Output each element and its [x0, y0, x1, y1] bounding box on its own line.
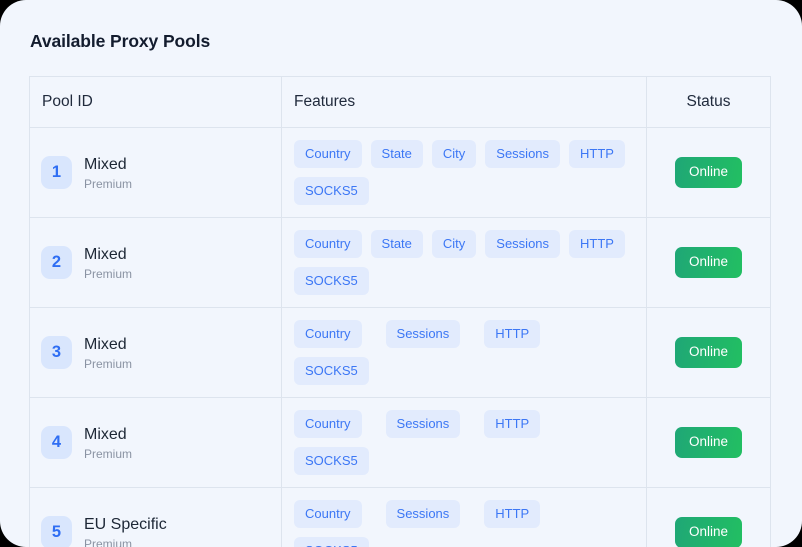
pool-tier: Premium — [84, 536, 133, 547]
pool-id-badge: 4 — [41, 426, 72, 459]
feature-tag[interactable]: Sessions — [485, 140, 561, 168]
feature-tag[interactable]: HTTP — [569, 230, 625, 258]
status-cell: Online — [646, 307, 771, 398]
feature-tag[interactable]: Sessions — [485, 230, 561, 258]
status-badge: Online — [674, 337, 743, 368]
pool-id-cell: 3 Mixed Premium — [29, 307, 282, 398]
feature-tag[interactable]: Sessions — [385, 320, 461, 348]
feature-tag[interactable]: HTTP — [484, 410, 541, 438]
proxy-pools-card: Available Proxy Pools Pool ID Features S… — [0, 0, 802, 547]
feature-tag[interactable]: Country — [294, 500, 362, 528]
feature-tag-list: Country Sessions HTTP SOCKS5 — [294, 320, 636, 385]
feature-tag[interactable]: HTTP — [484, 500, 541, 528]
pool-identity: 5 EU Specific Premium — [41, 515, 269, 547]
table-row[interactable]: 3 Mixed Premium Country Sessions HTTP SOCKS5 On… — [29, 307, 771, 398]
column-header-features[interactable]: Features — [281, 76, 647, 128]
status-badge: Online — [674, 247, 743, 278]
pool-text-group: Mixed Premium — [84, 335, 132, 371]
features-cell: Country Sessions HTTP SOCKS5 — [281, 397, 647, 488]
features-cell: Country State City Sessions HTTP SOCKS5 — [281, 217, 647, 308]
feature-tag[interactable]: SOCKS5 — [294, 447, 369, 475]
feature-tag[interactable]: HTTP — [569, 140, 625, 168]
table-body: 1 Mixed Premium Country State City Sessions HTT… — [29, 127, 771, 547]
feature-tag[interactable]: SOCKS5 — [294, 267, 369, 295]
pool-id-badge: 5 — [41, 516, 72, 547]
features-cell: Country Sessions HTTP SOCKS5 — [281, 307, 647, 398]
feature-tag[interactable]: Sessions — [385, 410, 461, 438]
pool-tier: Premium — [84, 266, 133, 281]
status-cell: Online — [646, 127, 771, 218]
pool-identity: 4 Mixed Premium — [41, 425, 269, 461]
feature-tag-list: Country State City Sessions HTTP SOCKS5 — [294, 230, 636, 295]
pool-text-group: Mixed Premium — [84, 155, 132, 191]
feature-tag[interactable]: Country — [294, 140, 362, 168]
pool-id-cell: 1 Mixed Premium — [29, 127, 282, 218]
feature-tag[interactable]: Country — [294, 410, 362, 438]
status-badge: Online — [674, 427, 743, 458]
status-badge: Online — [674, 517, 743, 547]
table-row[interactable]: 4 Mixed Premium Country Sessions HTTP SOCKS5 On… — [29, 397, 771, 488]
pool-name: Mixed — [84, 425, 127, 443]
feature-tag-list: Country State City Sessions HTTP SOCKS5 — [294, 140, 636, 205]
feature-tag[interactable]: SOCKS5 — [294, 357, 369, 385]
pool-text-group: EU Specific Premium — [84, 515, 167, 547]
feature-tag-list: Country Sessions HTTP SOCKS5 — [294, 410, 636, 475]
pool-name: EU Specific — [84, 515, 167, 533]
pool-id-cell: 5 EU Specific Premium — [29, 487, 282, 547]
pool-text-group: Mixed Premium — [84, 425, 132, 461]
pool-tier: Premium — [84, 176, 133, 191]
pool-text-group: Mixed Premium — [84, 245, 132, 281]
proxy-pools-table: Pool ID Features Status 1 Mixed Premium Cou… — [29, 76, 771, 547]
features-cell: Country State City Sessions HTTP SOCKS5 — [281, 127, 647, 218]
pool-identity: 1 Mixed Premium — [41, 155, 269, 191]
pool-id-badge: 3 — [41, 336, 72, 369]
pool-tier: Premium — [84, 356, 133, 371]
table-row[interactable]: 2 Mixed Premium Country State City Sessions HTT… — [29, 217, 771, 308]
pool-id-cell: 4 Mixed Premium — [29, 397, 282, 488]
pool-name: Mixed — [84, 155, 127, 173]
feature-tag[interactable]: SOCKS5 — [294, 537, 369, 547]
table-row[interactable]: 5 EU Specific Premium Country Sessions HTTP SO… — [29, 487, 771, 547]
pool-id-cell: 2 Mixed Premium — [29, 217, 282, 308]
column-header-status[interactable]: Status — [646, 76, 771, 128]
column-header-pool-id[interactable]: Pool ID — [29, 76, 282, 128]
status-cell: Online — [646, 217, 771, 308]
status-badge: Online — [674, 157, 743, 188]
pool-id-badge: 2 — [41, 246, 72, 279]
table-header: Pool ID Features Status — [29, 76, 771, 128]
pool-identity: 2 Mixed Premium — [41, 245, 269, 281]
feature-tag[interactable]: State — [370, 230, 423, 258]
feature-tag-list: Country Sessions HTTP SOCKS5 — [294, 500, 636, 547]
feature-tag[interactable]: State — [370, 140, 423, 168]
status-cell: Online — [646, 487, 771, 547]
pool-id-badge: 1 — [41, 156, 72, 189]
feature-tag[interactable]: SOCKS5 — [294, 177, 369, 205]
pool-identity: 3 Mixed Premium — [41, 335, 269, 371]
pool-name: Mixed — [84, 245, 127, 263]
feature-tag[interactable]: Country — [294, 230, 362, 258]
feature-tag[interactable]: Sessions — [385, 500, 461, 528]
pool-tier: Premium — [84, 446, 133, 461]
page-title: Available Proxy Pools — [30, 31, 211, 51]
features-cell: Country Sessions HTTP SOCKS5 — [281, 487, 647, 547]
feature-tag[interactable]: City — [431, 230, 477, 258]
feature-tag[interactable]: City — [431, 140, 477, 168]
pool-name: Mixed — [84, 335, 127, 353]
status-cell: Online — [646, 397, 771, 488]
feature-tag[interactable]: HTTP — [484, 320, 541, 348]
table-row[interactable]: 1 Mixed Premium Country State City Sessions HTT… — [29, 127, 771, 218]
feature-tag[interactable]: Country — [294, 320, 362, 348]
table-header-row: Pool ID Features Status — [29, 76, 771, 128]
